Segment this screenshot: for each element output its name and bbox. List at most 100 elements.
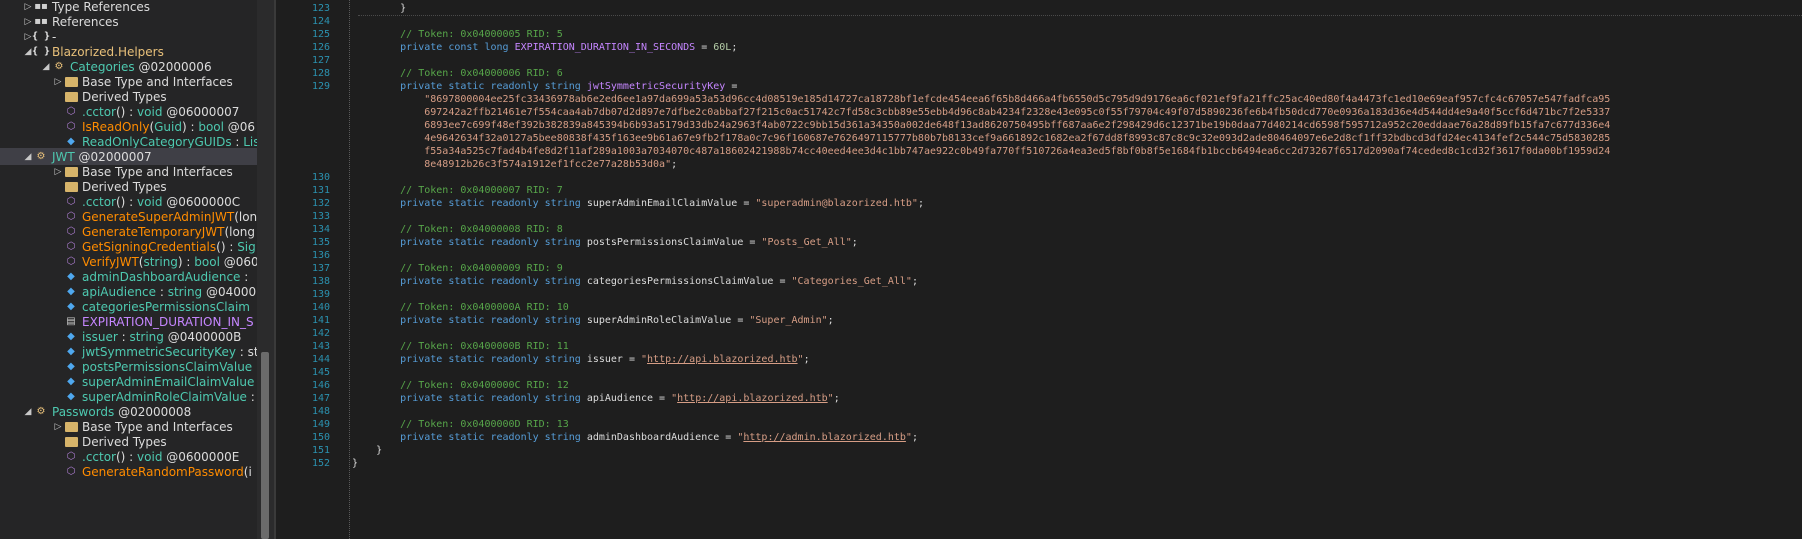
- tree-item-label: GenerateTemporaryJWT(long: [82, 225, 255, 239]
- folder-shape: [64, 436, 78, 447]
- tree-label-part: apiAudience: [82, 284, 157, 299]
- tree-label-part: string: [143, 254, 178, 269]
- code-token: private static readonly string: [352, 354, 587, 365]
- tree-label-part: string: [167, 284, 203, 299]
- tree-label-part: ReadOnlyCategoryGUIDs: [82, 134, 232, 149]
- code-token: categoriesPermissionsClaimValue =: [586, 276, 792, 287]
- tree-label-part: Categories: [70, 59, 135, 74]
- tree-label-part: Base Type and Interfaces: [82, 164, 233, 179]
- tree-label-part: :: [156, 284, 168, 299]
- tree-label-part: ) :: [181, 119, 199, 134]
- tree-label-part: : st: [235, 344, 257, 359]
- tree-label-part: GenerateTemporaryJWT: [82, 224, 225, 239]
- collapse-arrow-icon[interactable]: ◢: [22, 152, 34, 162]
- url-link[interactable]: http://admin.blazorized.htb: [743, 432, 906, 443]
- tree-label-part: Lis: [243, 134, 257, 149]
- tree-label-part: :: [231, 134, 244, 149]
- tree-item-label: IsReadOnly(Guid) : bool @06: [82, 120, 255, 134]
- tree-item-label: apiAudience : string @04000: [82, 285, 256, 299]
- field-icon: ◆: [67, 390, 75, 402]
- code-token: private static readonly string: [352, 276, 587, 287]
- tree-item-label: EXPIRATION_DURATION_IN_S: [82, 315, 254, 329]
- tree-item-label: Derived Types: [82, 90, 167, 104]
- code-token: f55a34a525c7fad4b4fe8d2f11af289a1003a703…: [352, 146, 1611, 157]
- tree-item-label: GenerateRandomPassword(i: [82, 465, 252, 479]
- tree-label-part: @0600000E: [162, 449, 240, 464]
- code-token: 6893ee7c699f48ef392b382839a845394b6b93a5…: [352, 120, 1611, 131]
- tree-label-part: .cctor: [82, 104, 116, 119]
- code-token: // Token: 0x0400000A RID: 10: [352, 302, 569, 313]
- code-token: "8697800004ee25fc33436978ab6e2ed6ee1a97d…: [352, 94, 1611, 105]
- code-token: private static readonly string: [352, 315, 587, 326]
- collapse-arrow-icon[interactable]: ◢: [22, 407, 34, 417]
- method-icon: ⬡: [66, 240, 76, 252]
- code-token: ;: [803, 354, 810, 365]
- tree-item-label: jwtSymmetricSecurityKey : st: [82, 345, 257, 359]
- tree-item-label: Passwords @02000008: [52, 405, 191, 419]
- url-link[interactable]: http://api.blazorized.htb: [677, 393, 828, 404]
- tree-label-part: void: [137, 194, 163, 209]
- code-token: // Token: 0x0400000D RID: 13: [352, 419, 569, 430]
- assembly-explorer-tree[interactable]: ▷ ▪▪ Type References ▷ ▪▪ References ▷{ } - ◢{ }…: [0, 0, 257, 539]
- class-icon: ⚙: [54, 60, 64, 72]
- tree-item-label: .cctor() : void @0600000E: [82, 450, 239, 464]
- collapse-arrow-icon[interactable]: ◢: [40, 62, 52, 72]
- method-icon: ⬡: [66, 210, 76, 222]
- tree-label-part: superAdminEmailClaimValue: [82, 374, 255, 389]
- tree-label-part: Derived Types: [82, 434, 167, 449]
- tree-label-part: adminDashboardAudience: [82, 269, 241, 284]
- tree-label-part: () :: [216, 239, 238, 254]
- expand-arrow-icon[interactable]: ▷: [22, 17, 34, 27]
- tree-scrollbar-thumb[interactable]: [261, 352, 269, 539]
- expand-arrow-icon[interactable]: ▷: [52, 422, 64, 432]
- code-token: }: [352, 445, 383, 456]
- tree-item[interactable]: ⬡ GenerateRandomPassword(i: [0, 463, 257, 480]
- tree-scrollbar[interactable]: [257, 0, 274, 539]
- tree-item-label: .cctor() : void @06000007: [82, 105, 239, 119]
- code-token: ;: [671, 159, 678, 170]
- folder-icon: [64, 75, 78, 89]
- tree-label-part: () :: [116, 194, 138, 209]
- tree-label-part: Derived Types: [82, 179, 167, 194]
- field-icon: ◆: [67, 270, 75, 282]
- tree-label-part: @04000: [202, 284, 257, 299]
- field-icon: ◆: [67, 330, 75, 342]
- code-token: }: [352, 3, 407, 14]
- expand-arrow-icon[interactable]: ▷: [22, 2, 34, 12]
- tree-label-part: issuer: [82, 329, 118, 344]
- folder-icon: [64, 90, 78, 104]
- tree-label-part: .cctor: [82, 449, 116, 464]
- tree-label-part: -: [52, 29, 57, 44]
- code-token: =: [725, 81, 738, 92]
- tree-label-part: void: [137, 449, 163, 464]
- expand-arrow-icon[interactable]: ▷: [52, 77, 64, 87]
- tree-item-label: Categories @02000006: [70, 60, 212, 74]
- tree-label-part: EXPIRATION_DURATION_IN_S: [82, 314, 254, 329]
- code-token: 4e9642634f32a0127a5bee80838f435f163ee9b6…: [352, 133, 1611, 144]
- code-token: superAdminRoleClaimValue =: [586, 315, 750, 326]
- code-token: ;: [911, 276, 918, 287]
- code-token: ;: [917, 198, 924, 209]
- field-icon: ◆: [67, 300, 75, 312]
- url-link[interactable]: http://api.blazorized.htb: [647, 354, 798, 365]
- code-editor[interactable]: 123 } 124 125 // Token: 0x04000005 RID: 51…: [276, 0, 1802, 539]
- code-token: private static readonly string: [352, 81, 587, 92]
- code-token: }: [352, 458, 359, 469]
- line-number: 152: [311, 458, 330, 469]
- folder-shape: [64, 91, 78, 102]
- namespace-icon: { }: [31, 45, 51, 57]
- tree-label-part: () :: [116, 449, 138, 464]
- folder-icon: [64, 420, 78, 434]
- tree-label-part: @0600000C: [162, 194, 241, 209]
- expand-arrow-icon[interactable]: ▷: [52, 167, 64, 177]
- code-token: "Categories_Get_All": [791, 276, 912, 287]
- tree-label-part: Base Type and Interfaces: [82, 419, 233, 434]
- folder-shape: [64, 76, 78, 87]
- tree-item-label: GetSigningCredentials() : Sig: [82, 240, 256, 254]
- code-text: }: [330, 456, 358, 471]
- const-icon: ▤: [66, 315, 76, 327]
- tree-label-part: superAdminRoleClaimValue: [82, 389, 247, 404]
- tree-item-label: Derived Types: [82, 180, 167, 194]
- code-token: issuer =: [586, 354, 641, 365]
- code-line[interactable]: 152}: [276, 456, 1802, 471]
